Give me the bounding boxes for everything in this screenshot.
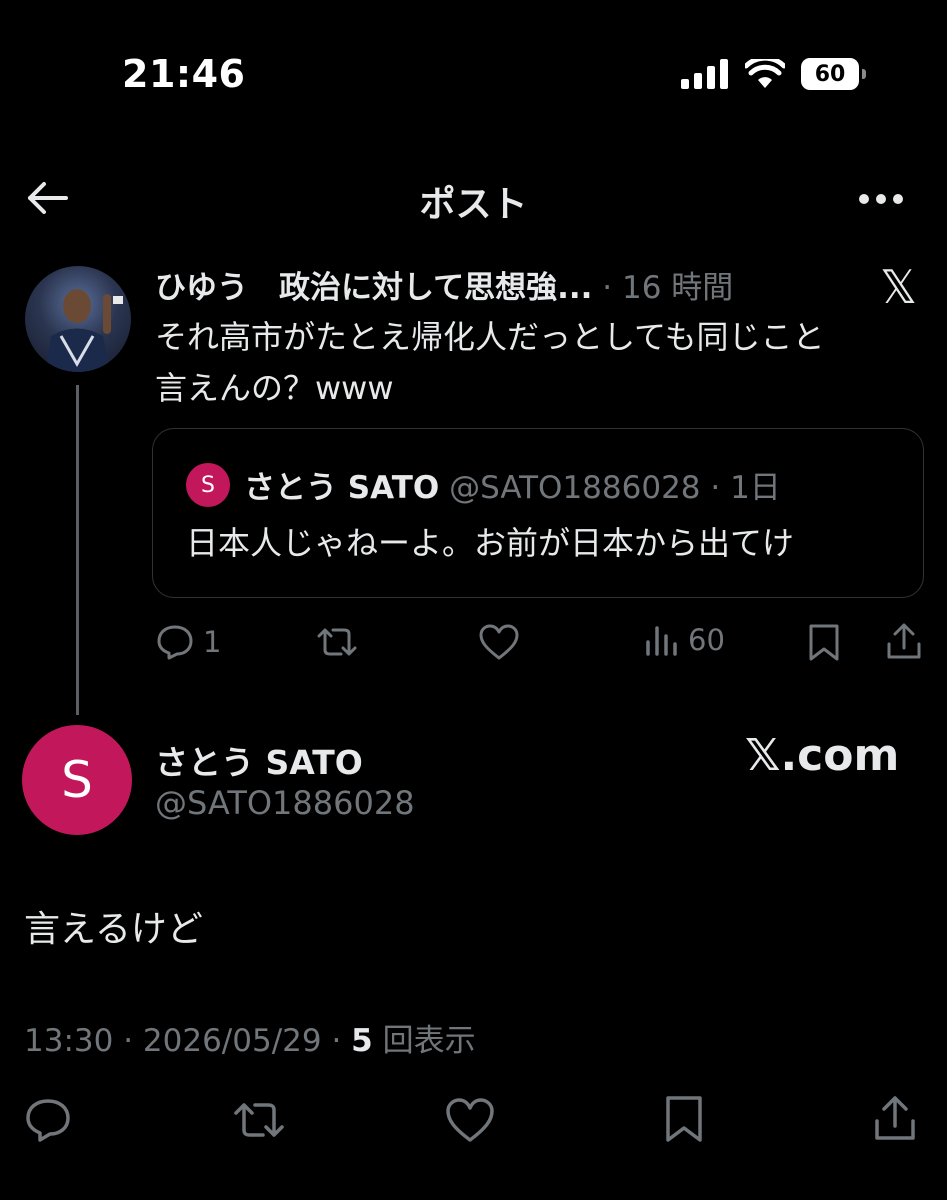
quote-display-name: さとう SATO [244,470,440,506]
quote-avatar: S [186,463,230,507]
post-date[interactable]: 2026/05/29 [143,1023,322,1059]
page-title: ポスト [419,184,528,225]
main-share-icon[interactable] [872,1094,918,1144]
share-icon [887,623,921,659]
separator-dot: · [113,1023,143,1059]
main-bookmark-icon[interactable] [662,1094,706,1144]
x-com-watermark: 𝕏.com [745,730,900,781]
quote-card[interactable] [152,428,924,598]
main-repost-icon[interactable] [232,1096,286,1144]
reply-button[interactable]: 1 [155,622,221,662]
bookmark-button[interactable] [806,622,842,662]
quote-handle: @SATO1886028 [449,470,701,506]
separator-dot: · [321,1023,352,1059]
separator-dot: · [700,470,731,506]
signal-icon [681,59,728,89]
main-handle[interactable]: @SATO1886028 [155,784,415,822]
repost-button[interactable] [315,622,359,662]
reply-text: それ高市がたとえ帰化人だっとしても同じこと 言えんの？www [155,312,915,414]
reply-text-line: それ高市がたとえ帰化人だっとしても同じこと [155,318,825,356]
main-reply-icon[interactable] [24,1096,72,1144]
views-icon [646,626,677,656]
reply-text-line: 言えんの？www [155,369,394,407]
view-label: 回表示 [382,1023,476,1059]
separator-dot: · [592,270,622,306]
main-avatar[interactable]: S [22,725,132,835]
reply-time[interactable]: 16 時間 [622,270,733,306]
like-button[interactable] [478,622,520,662]
thread-line [76,385,79,715]
reply-count: 1 [203,625,222,659]
reply-header: ひゆう 政治に対して思想強... · 16 時間 [155,262,815,307]
share-button[interactable] [885,622,923,662]
wifi-icon [745,59,785,88]
post-time[interactable]: 13:30 [24,1023,113,1059]
like-icon [479,624,519,660]
more-icon[interactable] [858,193,904,205]
battery-icon: 60 [801,58,866,90]
reply-icon [157,625,193,660]
x-logo-icon: 𝕏 [880,260,918,314]
quote-text: 日本人じゃねーよ。お前が日本から出てけ [186,524,795,562]
quote-time: 1日 [730,470,781,506]
quote-header: さとう SATO @SATO1886028 · 1日 [244,462,781,507]
reply-display-name[interactable]: ひゆう 政治に対して思想強... [155,270,592,306]
main-post-text: 言えるけど [24,909,203,950]
views-count: 60 [688,623,725,657]
views-button[interactable]: 60 [644,622,725,658]
post-meta: 13:30 · 2026/05/29 · 5 回表示 [24,1015,476,1060]
main-display-name[interactable]: さとう SATO [155,736,363,784]
repost-icon [317,628,357,656]
view-count: 5 [351,1023,373,1059]
reply-avatar[interactable] [25,266,131,372]
status-time: 21:46 [122,52,246,96]
battery-level: 60 [814,61,846,87]
avatar-photo [45,289,123,372]
status-indicators: 60 [681,58,866,90]
bookmark-icon [809,624,839,661]
main-like-icon[interactable] [444,1096,496,1144]
